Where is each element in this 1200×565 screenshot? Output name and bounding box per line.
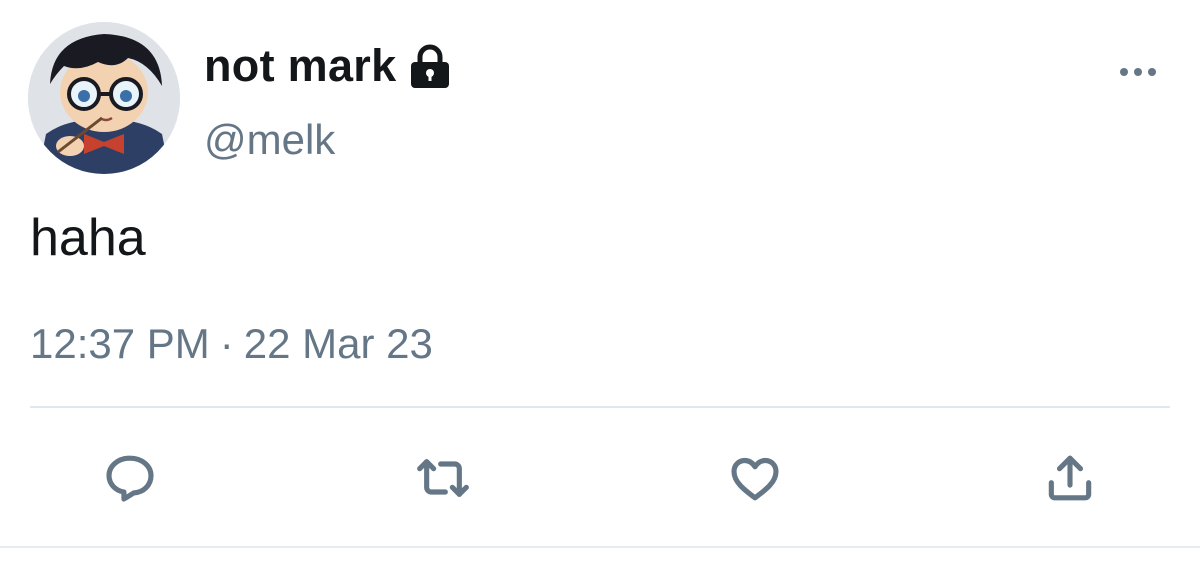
heart-icon: [731, 457, 779, 501]
avatar-image: [28, 22, 180, 174]
divider: [30, 406, 1170, 408]
more-options-icon[interactable]: [1118, 60, 1158, 84]
avatar[interactable]: [28, 22, 180, 174]
timestamp[interactable]: 12:37 PM · 22 Mar 23: [30, 320, 433, 368]
tweet: not mark @melk haha 12:37 PM · 22 Mar 23: [0, 0, 1200, 565]
display-name-row: not mark: [204, 38, 452, 94]
tweet-time: 12:37 PM: [30, 320, 210, 367]
reply-icon: [106, 455, 154, 502]
reply-button[interactable]: [100, 448, 160, 508]
like-button[interactable]: [725, 448, 785, 508]
bottom-divider: [0, 546, 1200, 548]
retweet-button[interactable]: [413, 448, 473, 508]
timestamp-separator: ·: [219, 320, 234, 367]
user-handle[interactable]: @melk: [204, 116, 335, 164]
retweet-icon: [417, 459, 469, 497]
tweet-text: haha: [30, 209, 146, 267]
display-name[interactable]: not mark: [204, 40, 396, 92]
share-icon: [1048, 455, 1092, 501]
share-button[interactable]: [1040, 448, 1100, 508]
tweet-date: 22 Mar 23: [243, 320, 433, 367]
lock-icon: [411, 44, 450, 88]
